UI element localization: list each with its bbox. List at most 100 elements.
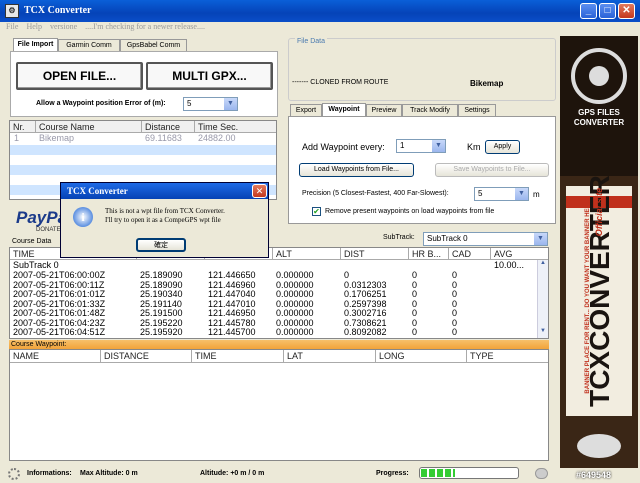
info-label: Informations: [27,470,72,477]
cell-alt: 0.000000 [276,270,314,280]
tab-gpsbabel-comm[interactable]: GpsBabel Comm [120,39,187,51]
subtrack-label: SubTrack: [383,234,415,241]
chevron-down-icon[interactable]: ▼ [224,98,237,110]
menu-file[interactable]: File [6,22,18,31]
cell-cad: 0 [452,308,458,318]
file-data-group: File Data ------- CLONED FROM ROUTE Bike… [288,38,556,101]
ad-banner[interactable]: GPS FILES CONVERTER TCXCONVERTER Officia… [560,36,638,468]
menu-help[interactable]: Help [26,22,42,31]
menu-versione[interactable]: versione [50,22,77,31]
subtrack-group-row[interactable]: SubTrack 0 10.00... [10,261,538,270]
cell-time: 2007-05-21T06:01:01Z [13,289,106,299]
import-panel: OPEN FILE... MULTI GPX... Allow a Waypoi… [10,51,278,117]
col-wp-time[interactable]: TIME [192,350,284,362]
tab-settings[interactable]: Settings [458,104,496,116]
cell-alt: 0.000000 [276,289,314,299]
waypoint-error-select[interactable]: 5 ▼ [183,97,238,111]
maximize-button[interactable]: □ [599,3,616,19]
save-waypoints-button[interactable]: Save Waypoints to File... [435,163,549,177]
col-wp-lat[interactable]: LAT [284,350,376,362]
col-wp-long[interactable]: LONG [376,350,467,362]
cell-hr: 0 [412,289,418,299]
col-time-sec[interactable]: Time Sec. [195,121,276,133]
cell-cad: 0 [452,289,458,299]
col-wp-distance[interactable]: DISTANCE [101,350,192,362]
dialog-close-button[interactable]: ✕ [252,184,267,198]
remove-waypoints-checkbox[interactable]: ✔ [312,207,321,216]
file-source: ------- CLONED FROM ROUTE [292,79,389,86]
cell-lat: 25.189090 [140,270,183,280]
dialog-message-2: I'll try to open it as a CompeGPS wpt fi… [105,216,221,224]
col-alt[interactable]: ALT [273,248,341,260]
load-waypoints-button[interactable]: Load Waypoints from File... [299,163,414,177]
tab-track-modify[interactable]: Track Modify [402,104,458,116]
cell-lat: 25.190340 [140,289,183,299]
course-data-row[interactable]: 2007-05-21T06:01:48Z 25.191500 121.446950 0… [10,309,538,318]
course-data-row[interactable]: 2007-05-21T06:04:51Z 25.195920 121.445700 0… [10,328,538,337]
app-icon[interactable]: ⚙ [5,4,19,18]
course-row[interactable]: 1 Bikemap 69.11683 24882.00 [10,134,276,144]
tab-preview[interactable]: Preview [366,104,402,116]
cell-long: 121.446950 [208,308,256,318]
precision-select[interactable]: 5 ▼ [474,187,529,201]
col-hr[interactable]: HR B... [409,248,449,260]
status-indicator-icon [535,468,548,479]
col-avg[interactable]: AVG [491,248,537,260]
file-data-label: File Data [295,38,328,45]
cell-alt: 0.000000 [276,308,314,318]
window-title: TCX Converter [24,5,92,16]
cell-time: 2007-05-21T06:04:51Z [13,327,106,337]
cell-dist: 0 [344,270,350,280]
course-waypoint-grid: NAME DISTANCE TIME LAT LONG TYPE [9,349,549,461]
cell-hr: 0 [412,270,418,280]
subtrack-select[interactable]: SubTrack 0 ▼ [423,232,548,246]
cell-time: 2007-05-21T06:00:00Z [13,270,106,280]
multi-gpx-button[interactable]: MULTI GPX... [146,62,273,90]
cell-hr: 0 [412,327,418,337]
cell-cad: 0 [452,327,458,337]
minimize-button[interactable]: _ [580,3,597,19]
close-button[interactable]: ✕ [618,3,635,19]
course-data-grid: TIME LAT LONG ALT DIST HR B... CAD AVG S… [9,247,549,339]
course-data-row[interactable]: 2007-05-21T06:01:01Z 25.190340 121.447040 0… [10,290,538,299]
banner-ad-text: BANNER PLACE FOR RENT... DO YOU WANT YOU… [585,196,591,394]
col-cad[interactable]: CAD [449,248,491,260]
col-nr[interactable]: Nr. [10,121,36,133]
waypoint-error-label: Allow a Waypoint position Error of (m): [36,100,166,107]
scroll-up-icon: ▲ [540,260,546,266]
course-waypoint-bar: Course Waypoint: [9,340,549,349]
dialog-ok-button[interactable]: 確定 [136,238,186,252]
chevron-down-icon[interactable]: ▼ [534,233,547,245]
col-distance[interactable]: Distance [142,121,195,133]
col-dist[interactable]: DIST [341,248,409,260]
apply-button[interactable]: Apply [485,140,520,154]
progress-bar [419,467,519,479]
status-bar: Informations: Max Altitude: 0 m Altitude… [0,464,560,483]
message-dialog: TCX Converter ✕ i This is not a wpt file… [60,182,269,258]
max-altitude: Max Altitude: 0 m [80,470,138,477]
remove-waypoints-label: Remove present waypoints on load waypoin… [325,208,495,215]
file-name: Bikemap [470,79,504,88]
cell-lat: 25.191500 [140,308,183,318]
altitude-readout: Altitude: +0 m / 0 m [200,470,265,477]
tab-export[interactable]: Export [290,104,322,116]
course-data-row[interactable]: 2007-05-21T06:00:00Z 25.189090 121.446650 0… [10,271,538,280]
progress-label: Progress: [376,470,409,477]
add-waypoint-select[interactable]: 1 ▼ [396,139,446,153]
tab-file-import[interactable]: File Import [13,38,58,51]
course-data-scrollbar[interactable]: ▲ ▼ [537,260,548,338]
course-data-label: Course Data [12,238,52,245]
col-wp-type[interactable]: TYPE [467,350,548,362]
col-course-name[interactable]: Course Name [36,121,142,133]
scroll-down-icon: ▼ [540,328,546,334]
open-file-button[interactable]: OPEN FILE... [16,62,143,90]
tab-garmin-comm[interactable]: Garmin Comm [58,39,120,51]
km-unit: Km [467,142,481,152]
tab-waypoint[interactable]: Waypoint [322,103,366,116]
col-wp-name[interactable]: NAME [10,350,101,362]
cell-dist: 0.8092082 [344,327,387,337]
chevron-down-icon[interactable]: ▼ [432,140,445,152]
cell-time: 2007-05-21T06:01:48Z [13,308,106,318]
chevron-down-icon[interactable]: ▼ [515,188,528,200]
banner-official: Official site [594,187,604,237]
